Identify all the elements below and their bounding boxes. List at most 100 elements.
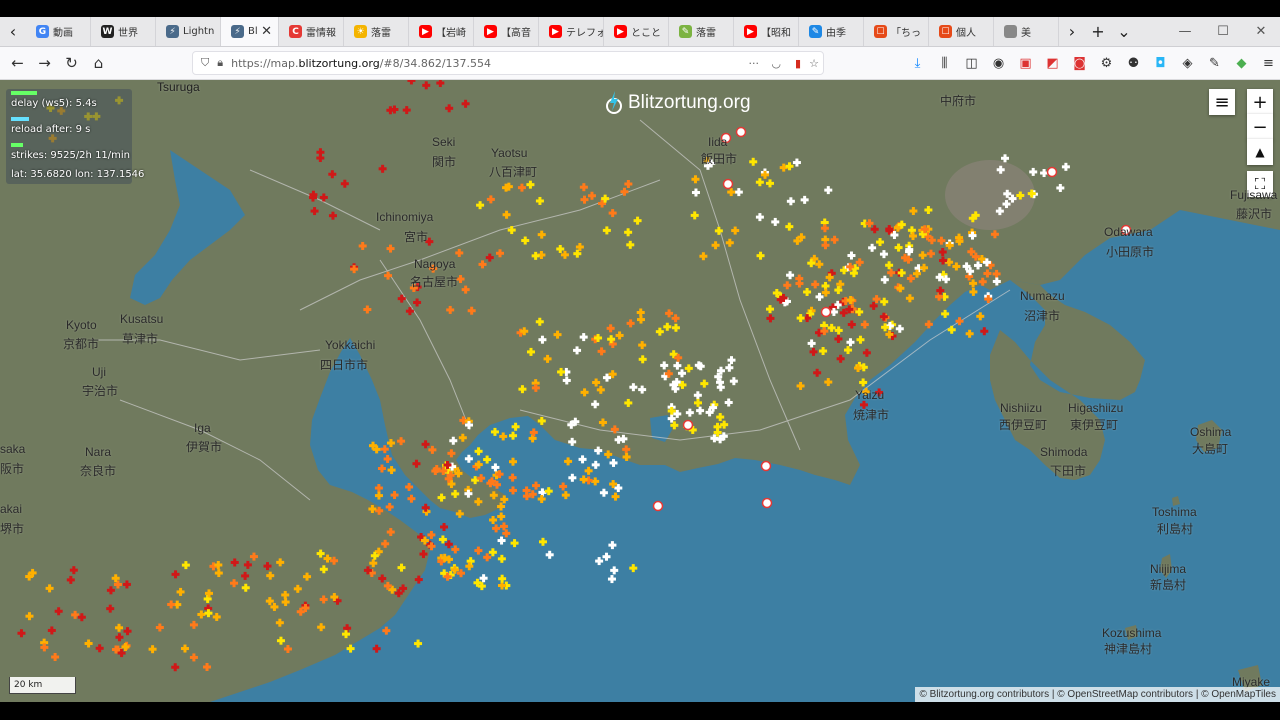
sidebar-icon[interactable]: ◫ xyxy=(960,56,983,71)
url-bar[interactable]: ⛉ 🔒︎ https://map.blitzortung.org/#8/34.8… xyxy=(192,51,824,75)
account-icon[interactable]: ◉ xyxy=(987,56,1010,71)
extension-video-icon[interactable]: ▣ xyxy=(1014,56,1037,71)
menu-icon[interactable]: ≡ xyxy=(1257,56,1280,71)
map-place-label: Niijima xyxy=(1150,562,1186,576)
library-icon[interactable]: ⫼ xyxy=(933,56,956,71)
forward-icon[interactable]: → xyxy=(31,54,58,72)
home-icon[interactable]: ⌂ xyxy=(85,54,112,72)
map-place-label: Shimoda xyxy=(1040,445,1088,459)
tab-favicon-icon: ▶ xyxy=(549,25,562,38)
extension-green-icon[interactable]: ◆ xyxy=(1230,56,1253,71)
station-marker[interactable] xyxy=(682,419,694,431)
tab-favicon-icon: G xyxy=(36,25,49,38)
map-place-label: Ichinomiya xyxy=(376,210,434,224)
tab-favicon-icon: ☐ xyxy=(939,25,952,38)
tab-label: 落雷 xyxy=(371,28,391,39)
back-icon[interactable]: ← xyxy=(4,54,31,72)
tab-strip: G 動画 W 世界 ⚡ Lightn ⚡ Bl ✕ C 雷情報 ☀ 落雷 ▶ 【岩崎 ▶ 【高音 ▶ テレフォ ▶ とこ… xyxy=(26,17,1059,46)
tab-label: 落雷 xyxy=(696,28,716,39)
download-icon[interactable]: ⤓ xyxy=(906,56,929,71)
letterbox-bottom xyxy=(0,702,1280,720)
browser-tab[interactable]: ☐ 個人 xyxy=(929,17,994,46)
extension-badge-icon[interactable]: ⚙ xyxy=(1095,56,1118,71)
browser-tab[interactable]: G 動画 xyxy=(26,17,91,46)
tab-close-icon[interactable]: ✕ xyxy=(261,24,272,39)
browser-tab[interactable]: ⚡ Lightn xyxy=(156,17,221,46)
map-place-label: 草津市 xyxy=(122,332,159,346)
browser-tab[interactable]: ▶ テレフォ xyxy=(539,17,604,46)
tab-label: テレフォ xyxy=(566,28,604,39)
station-marker[interactable] xyxy=(820,306,832,318)
tab-label: 雷情報 xyxy=(306,28,336,39)
url-text[interactable]: https://map.blitzortung.org/#8/34.862/13… xyxy=(231,57,491,70)
map-place-label: 伊賀市 xyxy=(186,440,223,454)
extension-776-icon[interactable]: ✎ xyxy=(1203,56,1226,71)
browser-tab[interactable]: ☐ 「ちっ xyxy=(864,17,929,46)
tab-label: 【高音 xyxy=(501,28,531,39)
browser-tab[interactable]: ▶ とこと xyxy=(604,17,669,46)
station-marker[interactable] xyxy=(652,500,664,512)
shield-icon[interactable]: ⛉ xyxy=(201,56,209,70)
map-place-label: Iida xyxy=(708,135,728,149)
attribution[interactable]: © Blitzortung.org contributors | © OpenS… xyxy=(915,687,1280,702)
site-logo[interactable]: Blitzortung.org xyxy=(606,91,751,115)
map-canvas[interactable] xyxy=(0,80,1280,702)
lock-icon[interactable]: 🔒︎ xyxy=(217,56,223,70)
browser-tab[interactable]: ▶ 【高音 xyxy=(474,17,539,46)
pocket-icon[interactable]: ◡ xyxy=(771,57,781,70)
minimize-icon[interactable]: — xyxy=(1166,17,1204,46)
browser-tab[interactable]: C 雷情報 xyxy=(279,17,344,46)
zoom-out-button[interactable]: − xyxy=(1247,114,1273,140)
browser-tab[interactable]: 美 xyxy=(994,17,1059,46)
tab-list-icon[interactable]: ⌄ xyxy=(1111,17,1137,46)
map-place-label: akai xyxy=(0,502,23,516)
tab-scroll-right-icon[interactable]: › xyxy=(1059,17,1085,46)
map-place-label: Uji xyxy=(92,365,106,379)
map-place-label: 八百津町 xyxy=(489,165,538,179)
coords-text: lat: 35.6820 lon: 137.1546 xyxy=(11,169,145,180)
logo-text: Blitzortung.org xyxy=(628,92,751,113)
page-actions-icon[interactable]: ··· xyxy=(749,57,760,70)
reload-icon[interactable]: ↻ xyxy=(58,54,85,72)
tab-favicon-icon: ▶ xyxy=(484,25,497,38)
tab-favicon-icon xyxy=(1004,25,1017,38)
station-marker[interactable] xyxy=(761,497,773,509)
station-marker[interactable] xyxy=(722,178,734,190)
map-place-label: Kyoto xyxy=(66,318,97,332)
compass-icon[interactable]: ▲ xyxy=(1247,139,1273,165)
map-place-label: 藤沢市 xyxy=(1236,207,1273,221)
browser-tab[interactable]: ☀ 落雷 xyxy=(344,17,409,46)
map-place-label: Yokkaichi xyxy=(325,338,376,352)
browser-tab[interactable]: ⚡ Bl ✕ xyxy=(221,17,279,46)
browser-tab[interactable]: W 世界 xyxy=(91,17,156,46)
browser-tab[interactable]: ✎ 由季 xyxy=(799,17,864,46)
browser-tab[interactable]: ✎ 落雷 xyxy=(669,17,734,46)
strikes-bar xyxy=(11,143,23,147)
map-place-label: 大島町 xyxy=(1192,442,1229,456)
station-marker[interactable] xyxy=(1046,166,1058,178)
station-marker[interactable] xyxy=(760,460,772,472)
station-marker[interactable] xyxy=(735,126,747,138)
new-tab-icon[interactable]: + xyxy=(1085,17,1111,46)
map-place-label: 名古屋市 xyxy=(410,275,459,289)
map-viewport[interactable]: delay (ws5): 5.4s reload after: 9 s stri… xyxy=(0,80,1280,702)
screenshot-icon[interactable]: ◙ xyxy=(1068,56,1091,71)
close-window-icon[interactable]: ✕ xyxy=(1242,17,1280,46)
extension-off-icon[interactable]: ◈ xyxy=(1176,56,1199,71)
extension-red-icon[interactable]: ◩ xyxy=(1041,56,1064,71)
extension-icons: ⤓ ⫼ ◫ ◉ ▣ ◩ ◙ ⚙ ⚉ ◘ ◈ ✎ ◆ ≡ xyxy=(906,56,1280,71)
bookmark-star-icon[interactable]: ☆ xyxy=(809,57,819,70)
extension-badge2-icon[interactable]: ⚉ xyxy=(1122,56,1145,71)
map-place-label: Kozushima xyxy=(1102,626,1162,640)
map-place-label: 関市 xyxy=(432,155,457,169)
canada-flag-icon[interactable]: ▮ xyxy=(795,57,801,70)
extension-blue-icon[interactable]: ◘ xyxy=(1149,56,1172,71)
browser-tab[interactable]: ▶ 【昭和 xyxy=(734,17,799,46)
menu-toggle-icon[interactable]: ≡ xyxy=(1209,89,1235,115)
browser-tab[interactable]: ▶ 【岩崎 xyxy=(409,17,474,46)
zoom-in-button[interactable]: + xyxy=(1247,89,1273,115)
maximize-icon[interactable]: ☐ xyxy=(1204,17,1242,46)
letterbox-top xyxy=(0,0,1280,17)
map-place-label: Nara xyxy=(85,445,112,459)
tab-scroll-left-icon[interactable]: ‹ xyxy=(0,17,26,46)
